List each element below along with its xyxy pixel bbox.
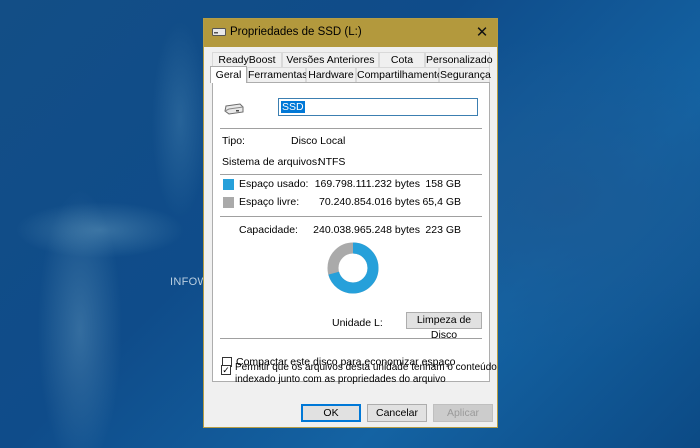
drive-letter-label: Unidade L: [332,317,383,329]
capacity-label: Capacidade: [239,224,298,236]
separator [220,128,482,129]
drive-icon [224,103,244,115]
window-title: Propriedades de SSD (L:) [230,26,362,38]
used-space-label: Espaço usado: [239,178,309,190]
tab-personalizado[interactable]: Personalizado [425,52,493,67]
tab-compartilhamento[interactable]: Compartilhamento [356,67,443,82]
free-space-label: Espaço livre: [239,196,300,208]
free-space-bytes: 70.240.854.016 bytes [318,196,420,208]
tab-geral[interactable]: Geral [210,66,247,83]
ok-button[interactable]: OK [301,404,361,422]
drive-icon [212,28,226,36]
separator [220,216,482,217]
index-label-line2: indexado junto com as propriedades do ar… [235,374,446,385]
tab-ferramentas[interactable]: Ferramentas [247,67,308,82]
close-icon: ✕ [475,24,489,41]
filesystem-value: NTFS [318,156,346,168]
check-icon: ✓ [222,365,230,375]
drive-name-input[interactable]: SSD [278,98,478,116]
apply-button[interactable]: Aplicar [433,404,493,422]
drive-name-value: SSD [281,101,305,113]
used-space-swatch [223,179,234,190]
tab-versoes-anteriores[interactable]: Versões Anteriores [282,52,379,67]
used-space-size: 158 GB [425,178,461,190]
filesystem-label: Sistema de arquivos: [222,156,321,168]
free-space-size: 65,4 GB [422,196,461,208]
tab-hardware[interactable]: Hardware [306,67,356,82]
title-bar[interactable]: Propriedades de SSD (L:) ✕ [204,19,497,47]
tab-seguranca[interactable]: Segurança [439,67,491,82]
index-label-line1: Permitir que os arquivos desta unidade t… [235,362,497,373]
capacity-bytes: 240.038.965.248 bytes [313,224,420,236]
properties-dialog: Propriedades de SSD (L:) ✕ ReadyBoost Ve… [203,18,498,428]
cancel-button[interactable]: Cancelar [367,404,427,422]
used-space-bytes: 169.798.111.232 bytes [314,178,420,190]
tab-readyboost[interactable]: ReadyBoost [212,52,282,67]
separator [220,174,482,175]
separator [220,338,482,339]
type-label: Tipo: [222,135,245,147]
type-value: Disco Local [291,135,346,147]
free-space-swatch [223,197,234,208]
disk-usage-donut [327,242,379,294]
tab-cota[interactable]: Cota [379,52,425,67]
close-button[interactable]: ✕ [467,19,497,47]
disk-cleanup-button[interactable]: Limpeza de Disco [406,312,482,341]
capacity-size: 223 GB [425,224,461,236]
general-tab-panel: SSD Tipo: Disco Local Sistema de arquivo… [212,82,490,382]
index-checkbox[interactable]: ✓ [221,365,231,375]
